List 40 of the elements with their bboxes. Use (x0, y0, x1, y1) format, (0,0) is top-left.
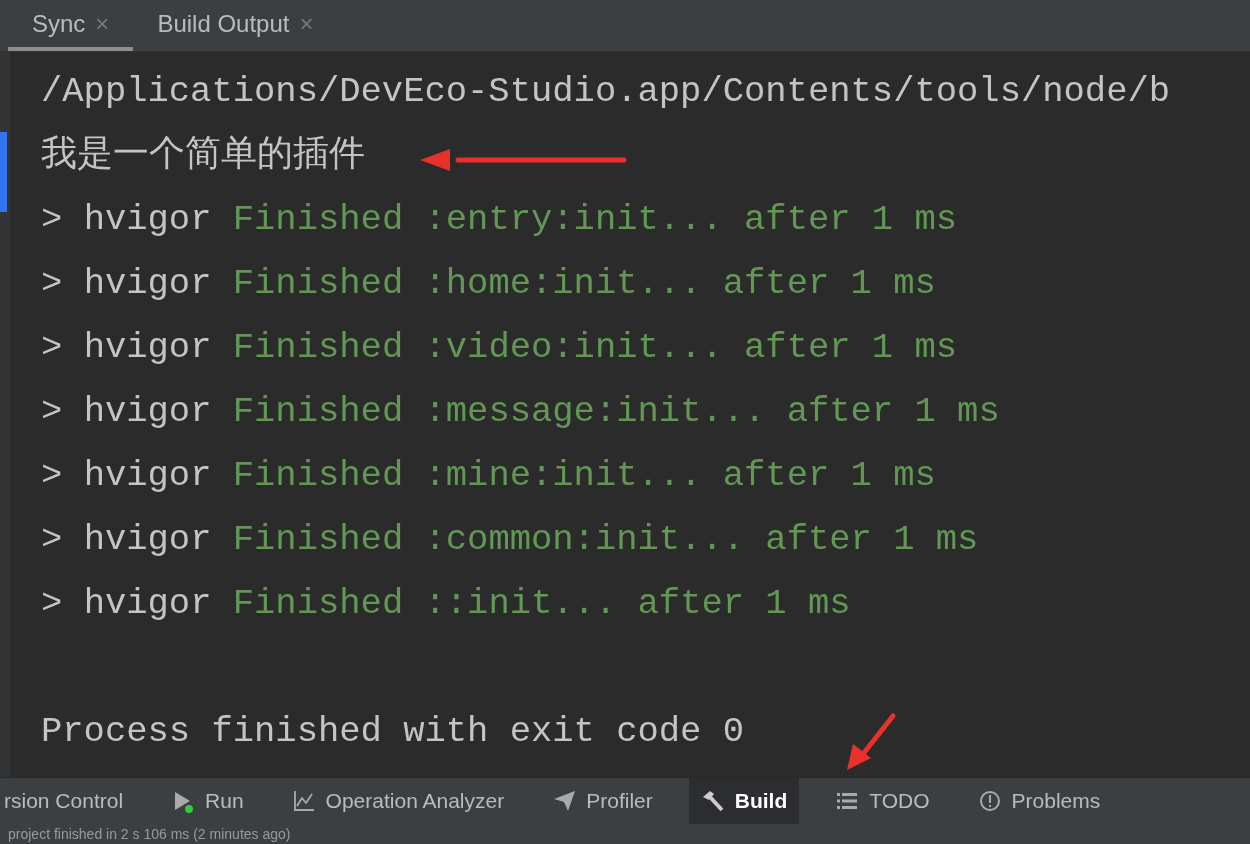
tool-name: hvigor (83, 199, 212, 240)
task-status: Finished :home:init... after 1 ms (232, 263, 936, 304)
prompt-text: > (41, 391, 63, 432)
tab-label: Sync (32, 9, 86, 38)
prompt-text: > (41, 455, 63, 496)
tab[interactable]: Sync × (8, 0, 134, 51)
prompt-text: > (41, 199, 63, 240)
tool-window-button[interactable]: Build (688, 778, 800, 824)
status-text: project finished in 2 s 106 ms (2 minutes ago) (0, 824, 1250, 844)
tool-name: hvigor (83, 327, 212, 368)
task-status: Finished :video:init... after 1 ms (232, 327, 958, 368)
console-line: /Applications/DevEco-Studio.app/Contents/tools/node/b (41, 70, 1171, 114)
prompt-text: > (41, 327, 63, 368)
chart-icon (291, 789, 316, 813)
task-status: Finished :mine:init... after 1 ms (232, 455, 936, 496)
prompt-text: > (41, 583, 63, 624)
tool-window-button[interactable]: Problems (965, 778, 1113, 824)
prompt-text: > (41, 519, 63, 560)
paper-plane-icon (552, 789, 577, 813)
task-status: Finished ::init... after 1 ms (232, 583, 851, 624)
warning-circle-icon (977, 789, 1002, 813)
task-status: Finished :message:init... after 1 ms (232, 391, 1000, 432)
task-status: Finished :common:init... after 1 ms (232, 519, 979, 560)
tool-window-button[interactable]: rsion Control (0, 778, 136, 824)
task-status: Finished :entry:init... after 1 ms (232, 199, 958, 240)
console-line: 我是一个简单的插件 (41, 134, 365, 178)
prompt-text: > (41, 263, 63, 304)
tool-name: hvigor (83, 391, 212, 432)
tool-name: hvigor (83, 519, 212, 560)
tool-name: hvigor (83, 263, 212, 304)
tool-name: hvigor (83, 455, 212, 496)
tool-window-button[interactable]: TODO (823, 778, 942, 824)
tab-label: Build Output (157, 9, 290, 38)
tool-window-button[interactable]: Profiler (540, 778, 665, 824)
tab[interactable]: Build Output × (133, 0, 338, 51)
tool-window-button[interactable]: Run (159, 778, 256, 824)
console-line: Process finished with exit code 0 (41, 710, 744, 754)
arrow-annotation (845, 712, 899, 772)
tool-window-button[interactable]: Operation Analyzer (279, 778, 517, 824)
tool-name: hvigor (83, 583, 212, 624)
